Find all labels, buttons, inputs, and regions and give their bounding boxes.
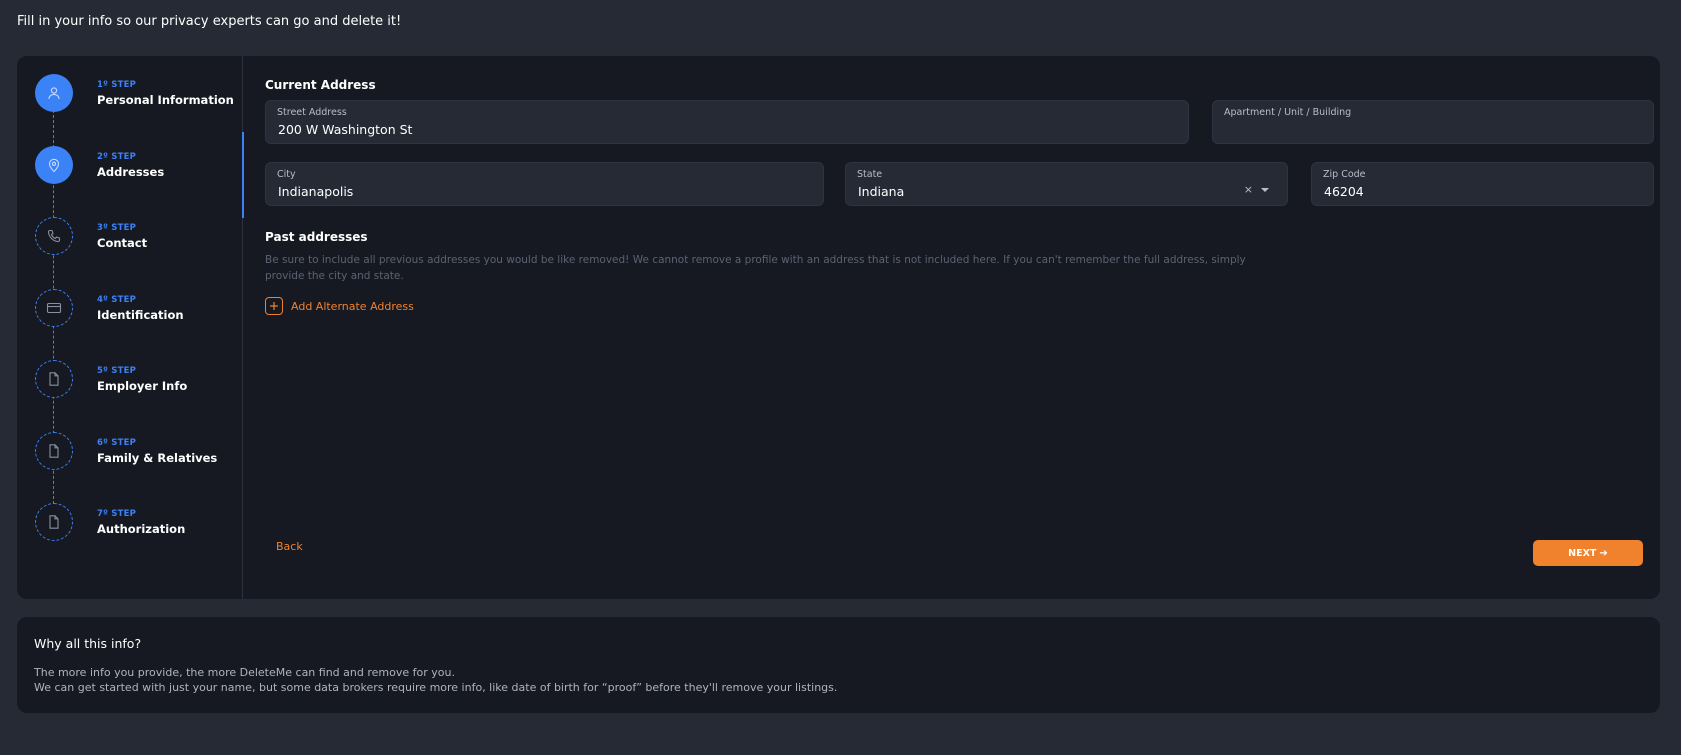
stepper: 1º STEP Personal Information 2º STEP Add… xyxy=(17,56,244,599)
document-icon xyxy=(49,372,59,386)
state-select[interactable]: State Indiana × xyxy=(845,162,1288,206)
step-1-circle xyxy=(35,74,73,112)
zip-code-label: Zip Code xyxy=(1323,169,1366,180)
step-4-circle xyxy=(35,289,73,327)
info-line-2: We can get started with just your name, … xyxy=(34,681,838,694)
user-icon xyxy=(48,87,60,100)
intro-text: Fill in your info so our privacy experts… xyxy=(17,14,402,29)
next-button-label: NEXT xyxy=(1568,547,1597,559)
step-label: Family & Relatives xyxy=(97,451,218,465)
document-icon xyxy=(49,515,59,529)
apartment-input[interactable] xyxy=(1225,122,1605,137)
city-input[interactable] xyxy=(278,184,775,199)
step-5-circle xyxy=(35,360,73,398)
street-address-field[interactable]: Street Address xyxy=(265,100,1189,144)
step-label: Addresses xyxy=(97,165,165,179)
city-field[interactable]: City xyxy=(265,162,824,206)
past-addresses-help: Be sure to include all previous addresse… xyxy=(265,254,1246,282)
address-form: Current Address Street Address Apartment… xyxy=(265,56,1660,599)
current-address-title: Current Address xyxy=(265,78,376,92)
info-title: Why all this info? xyxy=(34,636,142,651)
step-number: 2º STEP xyxy=(97,152,137,162)
step-employer-info[interactable]: 5º STEP Employer Info xyxy=(35,360,235,400)
arrow-right-icon: ➔ xyxy=(1599,547,1608,559)
step-authorization[interactable]: 7º STEP Authorization xyxy=(35,503,235,543)
step-number: 7º STEP xyxy=(97,509,137,519)
step-6-circle xyxy=(35,432,73,470)
street-address-label: Street Address xyxy=(277,107,347,118)
info-line-1: The more info you provide, the more Dele… xyxy=(34,666,455,679)
active-step-indicator xyxy=(242,132,244,218)
step-label: Contact xyxy=(97,236,148,250)
step-7-circle xyxy=(35,503,73,541)
zip-code-input[interactable] xyxy=(1324,184,1605,199)
apartment-field[interactable]: Apartment / Unit / Building xyxy=(1212,100,1654,144)
step-contact[interactable]: 3º STEP Contact xyxy=(35,217,235,257)
document-icon xyxy=(49,444,59,458)
step-number: 6º STEP xyxy=(97,438,137,448)
info-card: Why all this info? The more info you pro… xyxy=(17,617,1660,713)
state-label: State xyxy=(857,169,883,180)
step-label: Employer Info xyxy=(97,379,188,393)
back-button[interactable]: Back xyxy=(276,540,303,553)
step-number: 1º STEP xyxy=(97,80,137,90)
add-alternate-address-label: Add Alternate Address xyxy=(291,299,414,313)
street-address-input[interactable] xyxy=(278,122,1140,137)
step-personal-information[interactable]: 1º STEP Personal Information xyxy=(35,74,235,114)
add-alternate-address-button[interactable]: Add Alternate Address xyxy=(265,297,414,315)
plus-icon xyxy=(265,297,283,315)
step-number: 5º STEP xyxy=(97,366,137,376)
step-addresses[interactable]: 2º STEP Addresses xyxy=(35,146,235,186)
state-value: Indiana xyxy=(858,184,905,199)
zip-code-field[interactable]: Zip Code xyxy=(1311,162,1654,206)
id-card-icon xyxy=(46,302,62,314)
step-2-circle xyxy=(35,146,73,184)
city-label: City xyxy=(277,169,296,180)
step-identification[interactable]: 4º STEP Identification xyxy=(35,289,235,329)
step-label: Authorization xyxy=(97,522,186,536)
phone-icon xyxy=(47,229,61,243)
clear-icon[interactable]: × xyxy=(1244,183,1253,196)
step-3-circle xyxy=(35,217,73,255)
step-family-relatives[interactable]: 6º STEP Family & Relatives xyxy=(35,432,235,472)
apartment-label: Apartment / Unit / Building xyxy=(1224,107,1352,118)
location-pin-icon xyxy=(48,158,60,173)
step-number: 3º STEP xyxy=(97,223,137,233)
next-button[interactable]: NEXT ➔ xyxy=(1533,540,1643,566)
wizard-panel: 1º STEP Personal Information 2º STEP Add… xyxy=(17,56,1660,599)
step-number: 4º STEP xyxy=(97,295,137,305)
step-label: Personal Information xyxy=(97,93,234,107)
past-addresses-title: Past addresses xyxy=(265,230,368,244)
step-label: Identification xyxy=(97,308,184,322)
chevron-down-icon[interactable] xyxy=(1261,188,1269,192)
